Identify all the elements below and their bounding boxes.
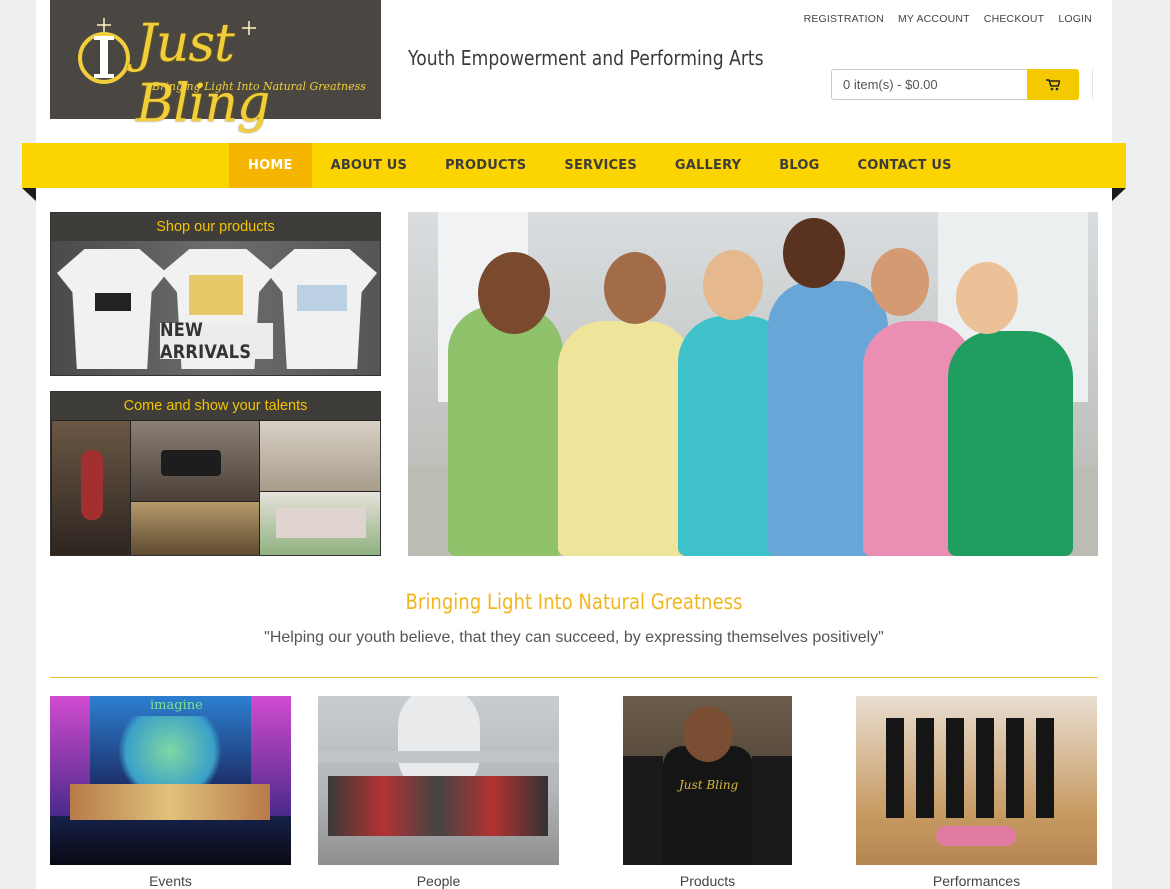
- products-caption[interactable]: Products: [623, 873, 792, 889]
- talents-panel-title: Come and show your talents: [123, 398, 308, 414]
- performances-card-image[interactable]: [856, 696, 1097, 865]
- site-tagline: Youth Empowerment and Performing Arts: [408, 46, 764, 70]
- page-container: Just Bling Bringing Light Into Natural G…: [22, 0, 1126, 889]
- logo-text: Just Bling: [136, 14, 270, 134]
- nav-blog[interactable]: BLOG: [760, 143, 838, 188]
- nav-about-us[interactable]: ABOUT US: [312, 143, 427, 188]
- shop-products-panel[interactable]: Shop our products NEW ARRIVALS: [50, 212, 381, 376]
- nav-contact-us[interactable]: CONTACT US: [838, 143, 970, 188]
- my-account-link[interactable]: MY ACCOUNT: [898, 13, 970, 25]
- cart-summary[interactable]: 0 item(s) - $0.00: [831, 69, 1079, 100]
- nav-ribbon-fold-right: [1112, 188, 1126, 201]
- main-nav: HOME ABOUT US PRODUCTS SERVICES GALLERY …: [22, 143, 1126, 188]
- cart-button[interactable]: [1027, 69, 1079, 100]
- cart-icon: [1046, 78, 1060, 90]
- nav-products[interactable]: PRODUCTS: [426, 143, 545, 188]
- new-arrivals-badge[interactable]: NEW ARRIVALS: [159, 319, 274, 363]
- hero-kids-image: [408, 212, 1098, 556]
- products-overlay-text: Just Bling: [679, 778, 739, 792]
- checkout-link[interactable]: CHECKOUT: [984, 13, 1045, 25]
- nav-ribbon-fold-left: [22, 188, 36, 201]
- login-link[interactable]: LOGIN: [1058, 13, 1092, 25]
- performances-caption[interactable]: Performances: [856, 873, 1097, 889]
- nav-home[interactable]: HOME: [229, 143, 312, 188]
- people-card-image[interactable]: [318, 696, 559, 865]
- nav-services[interactable]: SERVICES: [545, 143, 656, 188]
- talents-panel[interactable]: Come and show your talents: [50, 391, 381, 556]
- registration-link[interactable]: REGISTRATION: [804, 13, 884, 25]
- talents-collage-image: [51, 420, 380, 555]
- mission-quote: "Helping our youth believe, that they ca…: [264, 629, 884, 646]
- shop-panel-title: Shop our products: [156, 219, 275, 235]
- cart-summary-text: 0 item(s) - $0.00: [843, 77, 938, 92]
- logo-tagline: Bringing Light Into Natural Greatness: [152, 80, 366, 93]
- mission-title: Bringing Light Into Natural Greatness: [405, 590, 743, 614]
- header-divider: [1092, 69, 1093, 99]
- people-caption[interactable]: People: [318, 873, 559, 889]
- site-logo[interactable]: Just Bling Bringing Light Into Natural G…: [50, 0, 381, 134]
- tshirts-image: NEW ARRIVALS: [51, 241, 380, 375]
- events-caption[interactable]: Events: [50, 873, 291, 889]
- section-divider: [50, 677, 1098, 678]
- nav-gallery[interactable]: GALLERY: [656, 143, 760, 188]
- events-overlay-text: imagine: [150, 698, 203, 713]
- events-card-image[interactable]: imagine: [50, 696, 291, 865]
- products-card-image[interactable]: Just Bling: [623, 696, 792, 865]
- account-links: REGISTRATION MY ACCOUNT CHECKOUT LOGIN: [804, 13, 1092, 25]
